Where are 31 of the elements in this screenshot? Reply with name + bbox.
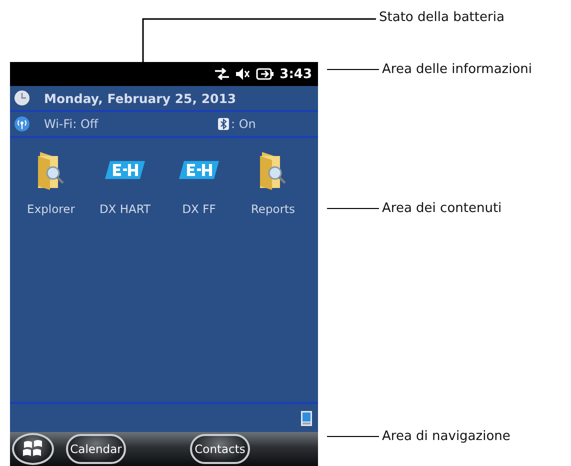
handheld-device-icon[interactable] bbox=[301, 410, 312, 426]
connectivity-row[interactable]: Wi-Fi: Off : On bbox=[10, 112, 318, 138]
callout-label: Stato della batteria bbox=[379, 10, 504, 25]
wifi-status: Wi-Fi: Off bbox=[44, 117, 100, 131]
connection-arrows-icon[interactable] bbox=[214, 68, 230, 80]
app-shortcut[interactable]: Explorer bbox=[14, 148, 88, 216]
date-text: Monday, February 25, 2013 bbox=[44, 90, 236, 106]
app-label: DX FF bbox=[182, 202, 216, 216]
bluetooth-status: : On bbox=[231, 117, 256, 131]
softkey-button[interactable]: Calendar bbox=[66, 434, 126, 464]
callout-label: Area delle informazioni bbox=[382, 62, 532, 77]
bluetooth-icon bbox=[218, 118, 229, 130]
leader-line bbox=[327, 68, 379, 70]
app-label: Explorer bbox=[27, 202, 75, 216]
start-button[interactable] bbox=[12, 433, 54, 465]
clock-time[interactable]: 3:43 bbox=[280, 66, 312, 82]
callout-label: Area di navigazione bbox=[382, 429, 510, 444]
app-label: Reports bbox=[250, 202, 296, 216]
leader-line bbox=[327, 208, 379, 210]
callout-label: Area dei contenuti bbox=[382, 201, 502, 216]
softkey-button[interactable]: Contacts bbox=[190, 434, 250, 464]
app-shortcut[interactable]: Reports bbox=[236, 148, 310, 216]
app-label: DX HART bbox=[99, 202, 151, 216]
battery-icon[interactable] bbox=[256, 68, 274, 80]
leader-line bbox=[327, 436, 379, 438]
app-shortcut[interactable]: DX FF bbox=[162, 148, 236, 216]
speaker-muted-icon[interactable] bbox=[236, 68, 250, 80]
wireless-signal-icon bbox=[14, 116, 30, 132]
app-shortcut[interactable]: DX HART bbox=[88, 148, 162, 216]
date-row[interactable]: Monday, February 25, 2013 bbox=[10, 86, 318, 112]
clock-icon bbox=[14, 90, 30, 106]
